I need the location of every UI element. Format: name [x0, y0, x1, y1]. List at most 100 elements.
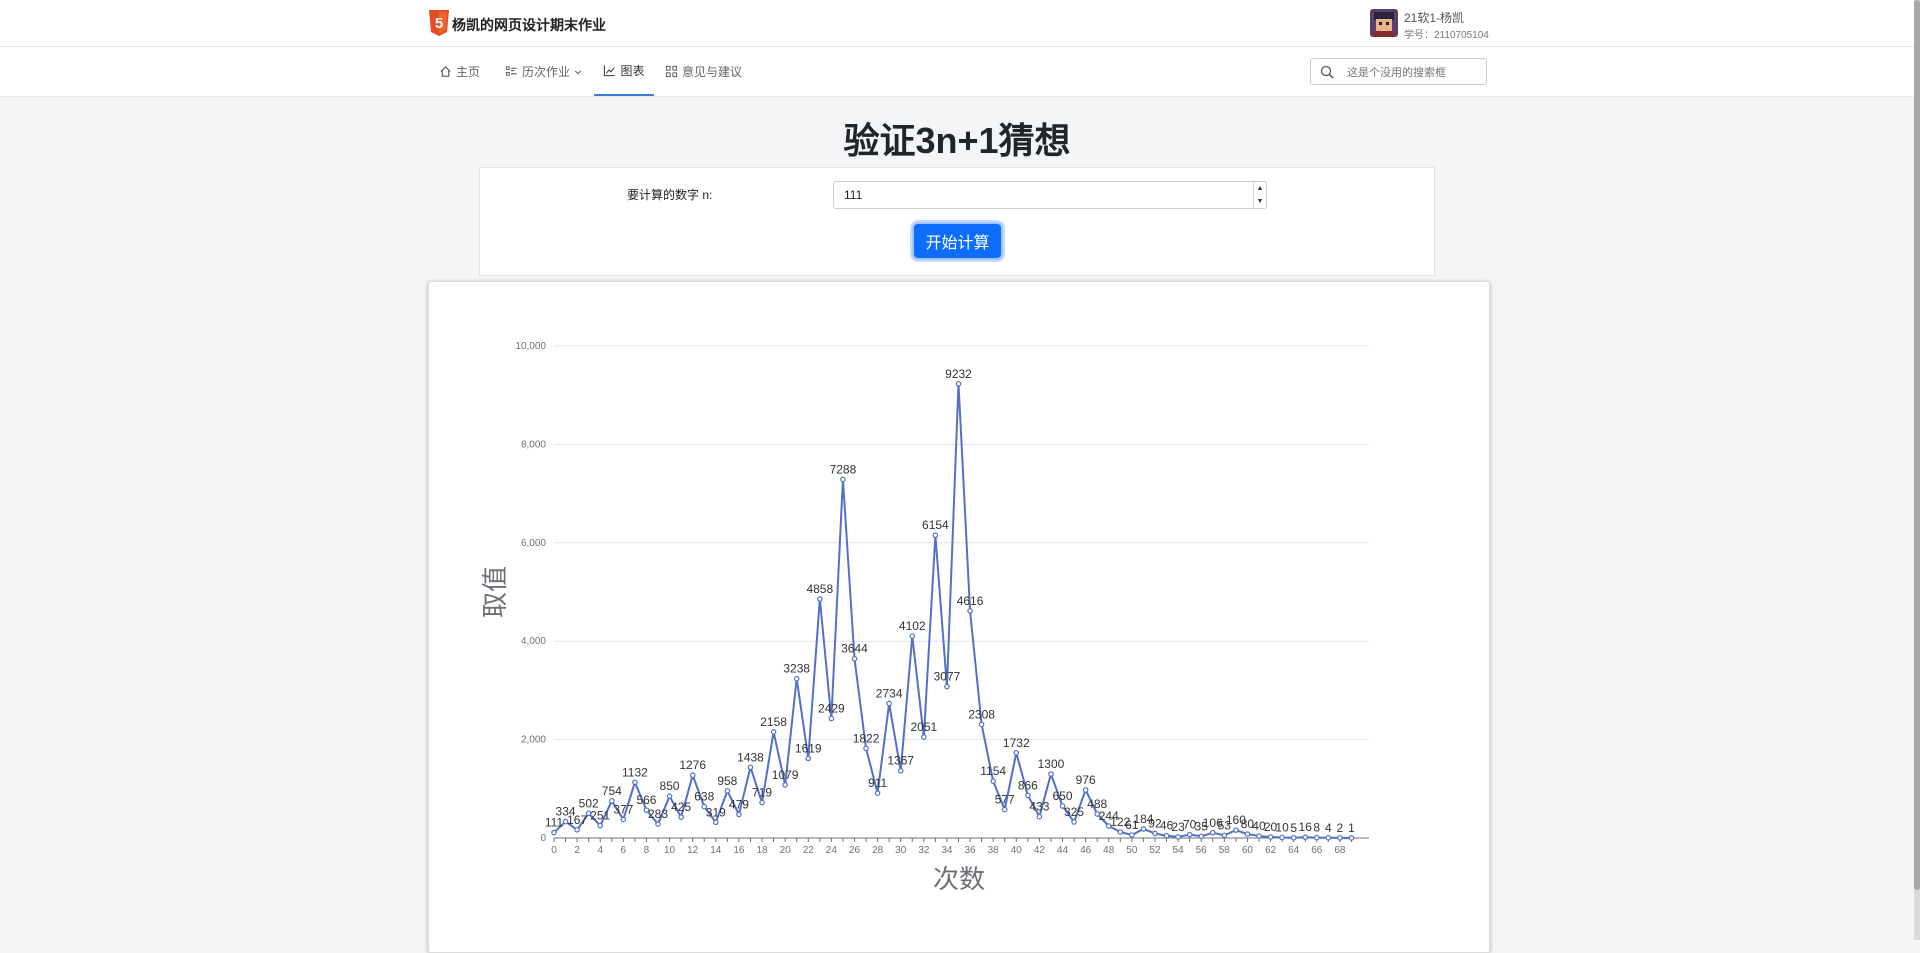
user-student-id: 学号：2110705104 — [1404, 30, 1489, 41]
data-label: 1732 — [1003, 736, 1030, 750]
number-input-value[interactable]: 111 — [844, 188, 862, 202]
stepper-up-icon[interactable]: ▲ — [1254, 182, 1266, 195]
page-title: 验证3n+1猜想 — [843, 120, 1071, 161]
data-label: 1132 — [622, 765, 648, 779]
data-label: 4102 — [899, 619, 926, 633]
data-point — [1313, 834, 1320, 841]
data-label: 1367 — [887, 754, 914, 768]
data-point — [551, 829, 557, 836]
data-label: 7288 — [830, 462, 857, 476]
y-axis-title: 取值 — [480, 566, 510, 618]
data-point — [1325, 835, 1332, 841]
data-point — [1036, 813, 1043, 820]
data-point — [1175, 834, 1181, 840]
data-label: 167 — [567, 813, 587, 827]
data-point — [632, 779, 638, 786]
data-point — [817, 596, 823, 602]
data-label: 577 — [995, 793, 1015, 807]
y-tick-label: 8,000 — [521, 439, 546, 450]
data-label: 325 — [1064, 805, 1084, 819]
scrollbar-thumb[interactable] — [1914, 0, 1920, 890]
site-title[interactable]: 杨凯的网页设计期末作业 — [452, 15, 606, 35]
number-input[interactable]: 111 ▲ ▼ — [833, 181, 1267, 209]
search-input[interactable] — [1345, 62, 1484, 83]
data-point — [840, 476, 846, 483]
data-label: 650 — [1052, 789, 1072, 803]
data-point — [689, 772, 696, 779]
data-point — [1001, 806, 1008, 813]
data-label: 2 — [1337, 821, 1344, 835]
data-label: 1079 — [772, 768, 799, 782]
data-point — [655, 821, 661, 827]
data-label: 976 — [1076, 773, 1096, 787]
data-point — [1244, 831, 1251, 837]
nav-item-label: 主页 — [456, 65, 481, 79]
nav-item-chart[interactable]: 图表 — [594, 47, 654, 96]
data-point — [759, 799, 765, 806]
data-label: 3077 — [934, 670, 961, 684]
data-point — [1082, 787, 1089, 793]
data-point — [932, 532, 939, 539]
data-point — [921, 734, 927, 740]
x-tick-label: 34 — [941, 845, 953, 856]
x-tick-label: 8 — [644, 845, 650, 856]
data-point — [1013, 749, 1020, 756]
x-tick-label: 46 — [1080, 845, 1092, 856]
list-icon — [505, 66, 517, 76]
data-point — [897, 767, 904, 774]
data-point — [1152, 830, 1158, 837]
data-label: 4858 — [806, 582, 833, 596]
data-label: 754 — [602, 784, 622, 798]
number-stepper[interactable]: ▲ ▼ — [1253, 182, 1266, 208]
data-label: 850 — [660, 779, 680, 793]
user-name: 21软1-杨凯 — [1404, 11, 1465, 25]
main-navbar: 主页 历次作业 图表 意见与建议 — [0, 47, 1920, 97]
x-tick-label: 0 — [551, 845, 557, 856]
x-tick-label: 20 — [780, 845, 792, 856]
stepper-down-icon[interactable]: ▼ — [1254, 195, 1266, 208]
x-tick-label: 10 — [664, 845, 676, 856]
nav-item-homework-dropdown[interactable]: 历次作业 — [505, 47, 582, 96]
data-label: 958 — [717, 774, 737, 788]
x-tick-label: 62 — [1265, 845, 1277, 856]
line-chart: 02,0004,0006,0008,00010,0000 2 4 6 8 10 12 14 16… — [480, 341, 1369, 894]
series-line — [553, 382, 1352, 839]
x-tick-label: 56 — [1196, 845, 1208, 856]
data-label: 5 — [1290, 821, 1297, 835]
data-point — [1279, 834, 1285, 841]
nav-item-home[interactable]: 主页 — [439, 47, 480, 96]
data-point — [597, 822, 604, 829]
x-tick-label: 22 — [803, 845, 815, 856]
x-tick-label: 28 — [872, 845, 884, 856]
data-point — [620, 816, 627, 823]
data-label: 1276 — [679, 758, 706, 772]
x-tick-label: 68 — [1334, 845, 1346, 856]
x-tick-label: 54 — [1173, 845, 1185, 856]
data-label: 566 — [636, 793, 656, 807]
data-label: 251 — [590, 809, 610, 823]
data-label: 1438 — [737, 750, 764, 764]
chevron-down-icon — [574, 70, 582, 74]
data-label: 10 — [1275, 821, 1289, 835]
calc-form-card: 要计算的数字 n: 111 ▲ ▼ 开始计算 — [479, 167, 1435, 276]
x-tick-label: 58 — [1219, 845, 1231, 856]
start-calculation-button[interactable]: 开始计算 — [912, 222, 1003, 260]
data-label: 1154 — [980, 764, 1006, 778]
user-avatar[interactable] — [1370, 9, 1398, 37]
search-box[interactable] — [1310, 58, 1487, 85]
nav-item-feedback[interactable]: 意见与建议 — [665, 47, 742, 96]
data-point — [851, 655, 858, 662]
data-point — [1140, 826, 1147, 832]
x-tick-label: 38 — [988, 845, 1000, 856]
number-input-label: 要计算的数字 n: — [627, 188, 713, 202]
data-point — [1048, 771, 1054, 777]
data-label: 433 — [1029, 800, 1049, 814]
nav-item-label: 图表 — [620, 64, 645, 78]
data-label: 319 — [706, 805, 726, 819]
data-label: 1619 — [795, 741, 822, 755]
html5-logo-icon: 5 — [429, 10, 449, 36]
x-tick-label: 16 — [733, 845, 745, 856]
x-tick-label: 4 — [597, 845, 603, 856]
chart-card: 0 2,000 4,000 6,000 8,000 10,000 0 2 4 6 8 10 12 14 16… — [428, 281, 1490, 953]
data-point — [1025, 792, 1031, 799]
